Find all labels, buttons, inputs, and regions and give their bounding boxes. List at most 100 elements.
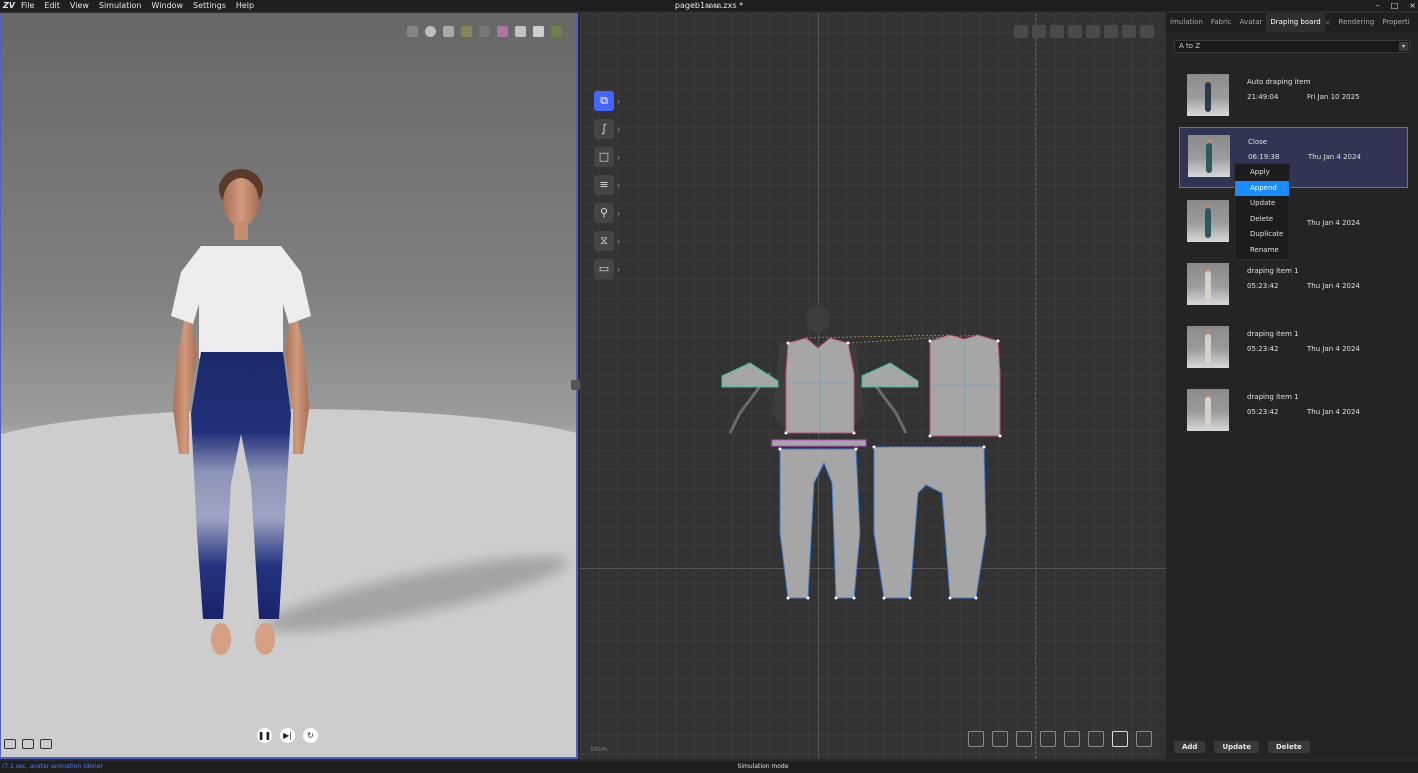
draping-item-name: draping item 1 (1247, 330, 1299, 338)
texture-icon[interactable] (461, 26, 472, 37)
tab-rendering[interactable]: Rendering (1335, 13, 1379, 32)
menu-item-rename[interactable]: Rename (1235, 243, 1289, 259)
pin-icon[interactable]: ⚲ (594, 203, 614, 223)
fabric-view-icon[interactable] (515, 26, 526, 37)
draping-item-date: Thu Jan 4 2024 (1307, 219, 1360, 227)
menu-settings[interactable]: Settings (188, 0, 231, 11)
split-icon[interactable] (1088, 731, 1104, 747)
tool-sewing[interactable]: ≡ › (594, 175, 620, 195)
add-button[interactable]: Add (1174, 741, 1206, 753)
chevron-right-icon[interactable]: › (617, 209, 620, 218)
reset-button[interactable]: ↻ (303, 728, 318, 743)
menu-item-duplicate[interactable]: Duplicate (1235, 227, 1289, 243)
sewing-icon[interactable]: ≡ (594, 175, 614, 195)
menu-view[interactable]: View (65, 0, 94, 11)
avatar-view-icon[interactable] (443, 26, 454, 37)
tab-close-icon[interactable]: × (1325, 19, 1331, 27)
draping-item-time: 05:23:42 (1247, 282, 1279, 290)
camera-reset-icon[interactable] (533, 26, 544, 37)
close-icon[interactable]: × (1409, 0, 1416, 11)
arrange-icon[interactable] (1104, 25, 1118, 38)
snapshot-icon[interactable] (4, 739, 16, 749)
chevron-down-icon[interactable]: ▾ (1399, 42, 1408, 51)
cut-icon[interactable] (992, 731, 1008, 747)
tool-transform[interactable]: ⧉ › (594, 91, 620, 111)
maximize-icon[interactable]: □ (1391, 0, 1399, 11)
chevron-right-icon[interactable]: › (617, 125, 620, 134)
menu-item-apply[interactable]: Apply (1235, 165, 1289, 181)
camera-icon[interactable] (40, 739, 52, 749)
pane-splitter[interactable] (571, 380, 580, 390)
chevron-right-icon[interactable]: › (617, 181, 620, 190)
display-mode-icon[interactable] (407, 26, 418, 37)
tool-rectangle[interactable]: □ › (594, 147, 620, 167)
pause-button[interactable]: ❚❚ (257, 728, 272, 743)
tab-avatar[interactable]: Avatar (1236, 13, 1267, 32)
tool-pin[interactable]: ⚲ › (594, 203, 620, 223)
tool-curve[interactable]: ∫ › (594, 119, 620, 139)
tab-draping-board[interactable]: Draping board (1266, 13, 1325, 32)
pattern-tools: ⧉ › ∫ › □ › ≡ › ⚲ › ⧖ › ▭ › (594, 91, 620, 279)
layout-icon[interactable] (1122, 25, 1136, 38)
step-button[interactable]: ▶| (280, 728, 295, 743)
avatar-jeans (191, 352, 291, 619)
avatar-head (223, 178, 259, 226)
draping-item-date: Fri Jan 10 2025 (1307, 93, 1360, 101)
layer-icon[interactable]: ▭ (594, 259, 614, 279)
merge-icon[interactable] (1064, 731, 1080, 747)
draping-item[interactable]: draping item 1 05:23:42 Thu Jan 4 2024 (1178, 260, 1408, 318)
draping-item-selected[interactable]: Close 06:19:38 Thu Jan 4 2024 (1179, 127, 1408, 188)
view-mode-icon[interactable] (1014, 25, 1028, 38)
draping-item[interactable]: Thu Jan 4 2024 (1178, 197, 1408, 255)
pattern-window-2d[interactable]: ⧉ › ∫ › □ › ≡ › ⚲ › ⧖ › ▭ › 10cm (580, 13, 1166, 759)
seam-line-icon[interactable] (1086, 25, 1100, 38)
tab-properties[interactable]: Properti (1378, 13, 1413, 32)
menu-item-append[interactable]: Append (1235, 180, 1289, 196)
mirror-icon[interactable] (1040, 731, 1056, 747)
menu-window[interactable]: Window (147, 0, 189, 11)
draping-item[interactable]: draping item 1 05:23:42 Thu Jan 4 2024 (1178, 323, 1408, 381)
rectangle-icon[interactable]: □ (594, 147, 614, 167)
playback-controls: ❚❚ ▶| ↻ (257, 728, 318, 743)
chevron-right-icon[interactable]: › (617, 97, 620, 106)
tool-layer[interactable]: ▭ › (594, 259, 620, 279)
menu-edit[interactable]: Edit (39, 0, 65, 11)
grid-icon[interactable] (1032, 25, 1046, 38)
tab-simulation[interactable]: imulation (1166, 13, 1207, 32)
minimize-icon[interactable]: – (1376, 0, 1380, 11)
tab-fabric[interactable]: Fabric (1207, 13, 1236, 32)
tool-fold[interactable]: ⧖ › (594, 231, 620, 251)
sphere-icon[interactable] (425, 26, 436, 37)
menu-item-delete[interactable]: Delete (1235, 212, 1289, 228)
color-icon[interactable] (497, 26, 508, 37)
viewport-3d[interactable]: ❚❚ ▶| ↻ (0, 13, 578, 759)
draping-item[interactable]: draping item 1 05:23:42 Thu Jan 4 2024 (1178, 386, 1408, 444)
link-icon[interactable] (1068, 25, 1082, 38)
image-export-icon[interactable] (22, 739, 34, 749)
transform-pattern-icon[interactable]: ⧉ (594, 91, 614, 111)
simulation-mode-label: Simulation mode (737, 763, 789, 770)
pattern-pieces[interactable] (580, 13, 1166, 759)
chevron-right-icon[interactable]: › (617, 265, 620, 274)
update-button[interactable]: Update (1214, 741, 1259, 753)
draping-item[interactable]: Auto draping item 21:49:04 Fri Jan 10 20… (1178, 71, 1408, 129)
table-icon[interactable] (1140, 25, 1154, 38)
menu-file[interactable]: File (16, 0, 39, 11)
select-icon[interactable] (968, 731, 984, 747)
menu-help[interactable]: Help (231, 0, 259, 11)
fold-icon[interactable]: ⧖ (594, 231, 614, 251)
avatar-figure[interactable] (1, 14, 578, 759)
shading-icon[interactable] (479, 26, 490, 37)
copy-icon[interactable] (1016, 731, 1032, 747)
chevron-right-icon[interactable]: › (617, 153, 620, 162)
menu-simulation[interactable]: Simulation (94, 0, 147, 11)
delete-button[interactable]: Delete (1267, 741, 1310, 753)
chevron-right-icon[interactable]: › (617, 237, 620, 246)
sewing-view-icon[interactable] (1050, 25, 1064, 38)
arrow-icon[interactable] (551, 26, 562, 37)
edit-pattern-icon[interactable] (1112, 731, 1128, 747)
menu-item-update[interactable]: Update (1235, 196, 1289, 212)
settings-pattern-icon[interactable] (1136, 731, 1152, 747)
sort-dropdown[interactable]: A to Z ▾ (1174, 40, 1410, 53)
curve-icon[interactable]: ∫ (594, 119, 614, 139)
